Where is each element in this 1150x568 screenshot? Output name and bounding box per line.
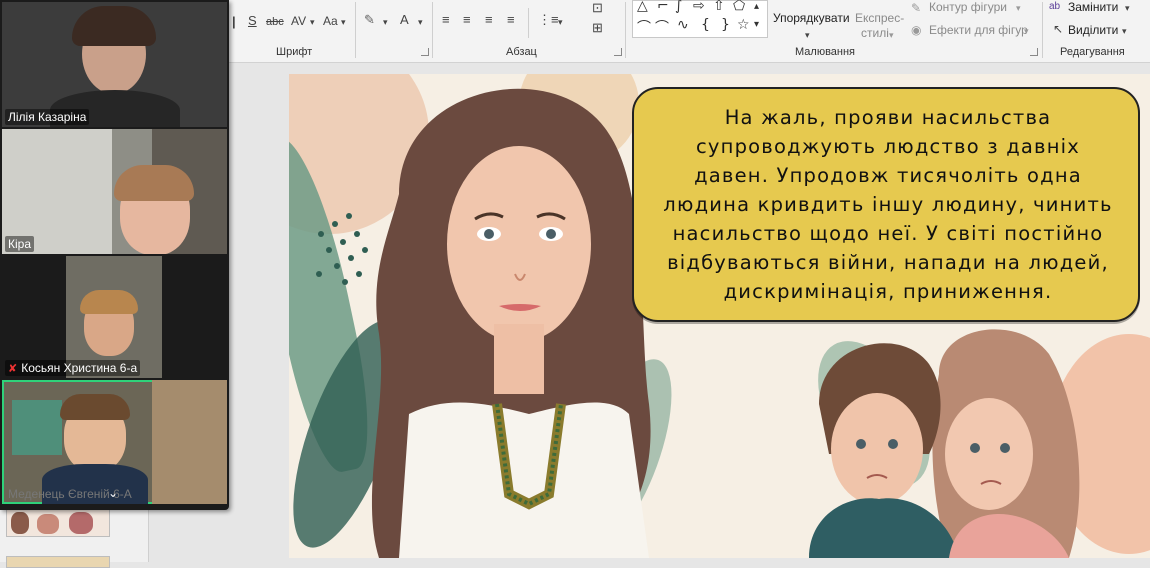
paragraph-group-label: Абзац [506,46,537,58]
chevron-down-icon[interactable]: ▾ [1016,0,1021,16]
participant-name: Кіра [5,236,35,252]
chevron-down-icon[interactable]: ▾ [310,14,315,30]
select-button[interactable]: Виділити [1068,23,1118,37]
font-group-label: Шрифт [276,46,313,58]
smartart-icon[interactable]: ⊞ [592,20,603,36]
arc-icon[interactable]: ⌒ [637,17,651,37]
align-right-icon[interactable]: ≡ [485,12,493,28]
slide-thumbnail[interactable] [6,556,110,568]
align-left-icon[interactable]: ≡ [442,12,450,28]
editing-group-label: Редагування [1060,46,1125,58]
replace-icon: ab [1049,1,1061,12]
shapes-gallery[interactable]: △ ⌐ ∫ ⇨ ⇧ ⬠ ⌒ ⌒ ∿ { } ☆ ▴ ▾ [632,0,768,38]
elbow-connector-icon[interactable]: ⌐ [657,0,669,14]
chevron-down-icon[interactable]: ▾ [1125,0,1130,16]
speech-bubble-text: На жаль, прояви насильства супроводжують… [663,106,1113,303]
bold-fragment[interactable]: | [232,14,236,30]
chevron-down-icon[interactable]: ▾ [418,14,423,30]
chevron-down-icon[interactable]: ▾ [1024,23,1029,39]
shadow-button[interactable]: S [248,13,257,29]
participant-tile-active-speaker[interactable]: Меденець Євгеній 6-А ⌄ [2,380,227,504]
participant-tile[interactable]: Кіра [2,129,227,254]
quick-styles-button-line2: стилі [861,26,889,40]
paragraph-dialog-launcher-icon[interactable] [614,48,622,56]
strikethrough-button[interactable]: abc [266,14,284,30]
speech-bubble[interactable]: На жаль, прояви насильства супроводжують… [632,87,1140,322]
columns-icon[interactable]: ⋮≡ [538,12,559,28]
curved-connector-icon[interactable]: ∫ [675,0,682,14]
font-dialog-launcher-icon[interactable] [421,48,429,56]
chevron-down-icon[interactable]: ▾ [383,14,388,30]
triangle-icon[interactable]: △ [637,0,648,14]
character-spacing-button[interactable]: AV [291,13,306,29]
more-shapes-icon[interactable]: ▾ [754,19,759,30]
brace-left-icon[interactable]: { [701,17,710,33]
arrange-button[interactable]: Упорядкувати [773,11,850,25]
participant-tile[interactable]: Лілія Казаріна [2,2,227,127]
drawing-group-label: Малювання [795,46,856,58]
video-participants-panel[interactable]: Лілія Казаріна Кіра ✘ Косьян Христина 6-а… [0,0,229,510]
current-slide[interactable]: На жаль, прояви насильства супроводжують… [289,74,1150,558]
select-cursor-icon: ↖ [1053,22,1064,36]
chevron-down-icon[interactable]: ▾ [341,14,346,30]
shape-effects-button[interactable]: Ефекти для фігур [929,23,1028,37]
drawing-dialog-launcher-icon[interactable] [1030,48,1038,56]
chevron-down-icon[interactable]: ▾ [558,14,563,30]
pencil-icon: ✎ [911,1,922,15]
chevron-down-icon[interactable]: ⌄ [106,486,120,500]
participant-name: ✘ Косьян Христина 6-а [5,360,141,376]
quick-styles-button[interactable]: Експрес- [855,11,904,25]
chevron-down-icon[interactable]: ▾ [805,27,810,43]
align-text-icon[interactable]: ⊡ [592,0,603,16]
participant-name: Лілія Казаріна [5,109,90,125]
shape-effects-icon: ◉ [911,23,922,37]
justify-icon[interactable]: ≡ [507,12,515,28]
replace-button[interactable]: Замінити [1068,0,1118,14]
change-case-button[interactable]: Aa [323,13,338,29]
freeform-icon[interactable]: ∿ [677,17,689,33]
callout-icon[interactable]: ⬠ [733,0,745,14]
chevron-down-icon[interactable]: ▾ [889,27,894,43]
star-icon[interactable]: ☆ [737,17,750,33]
arrow-icon[interactable]: ⇨ [693,0,705,14]
brace-right-icon[interactable]: } [721,17,730,33]
participant-tile[interactable]: ✘ Косьян Христина 6-а [2,256,227,378]
align-center-icon[interactable]: ≡ [463,12,471,28]
font-color-button[interactable]: A [400,12,409,28]
shape-outline-button[interactable]: Контур фігури [929,0,1007,14]
chevron-down-icon[interactable]: ▾ [1122,23,1127,39]
curve-icon[interactable]: ⌒ [655,17,669,37]
mic-muted-icon: ✘ [8,363,18,375]
pentagon-arrow-icon[interactable]: ⇧ [713,0,725,14]
text-highlight-icon[interactable]: ✎ [364,12,375,28]
scroll-up-icon[interactable]: ▴ [754,1,759,12]
